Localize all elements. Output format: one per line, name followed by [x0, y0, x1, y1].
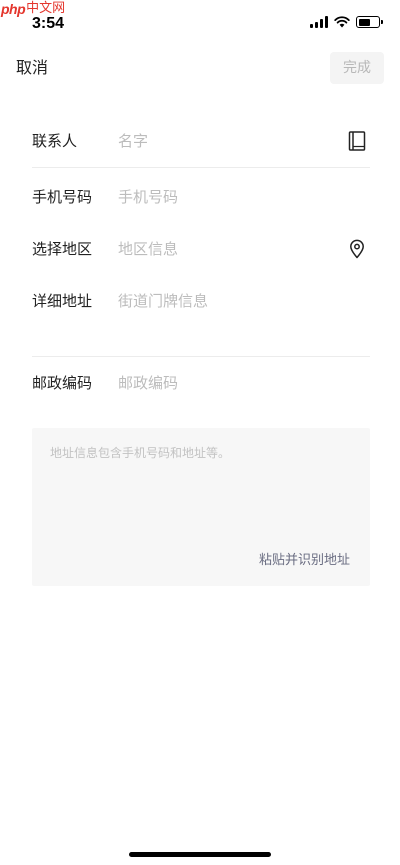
nav-bar: 取消 完成: [0, 50, 400, 86]
divider: [32, 356, 370, 357]
street-address-input[interactable]: [118, 291, 370, 311]
paste-address-box[interactable]: 地址信息包含手机号码和地址等。 粘贴并识别地址: [32, 428, 370, 586]
contact-name-input[interactable]: [118, 131, 370, 151]
wifi-icon: [334, 16, 350, 28]
address-book-icon[interactable]: [348, 131, 366, 151]
phone-input[interactable]: [118, 187, 370, 207]
postcode-input[interactable]: [118, 373, 370, 393]
location-pin-icon[interactable]: [348, 239, 366, 259]
battery-icon: [356, 16, 383, 28]
cancel-button[interactable]: 取消: [16, 57, 48, 79]
address-label: 详细地址: [32, 292, 93, 310]
phone-label: 手机号码: [32, 188, 93, 206]
home-indicator: [129, 852, 271, 857]
address-row: 详细地址: [32, 291, 370, 311]
paste-hint-text: 地址信息包含手机号码和地址等。: [50, 446, 231, 460]
paste-recognize-button[interactable]: 粘贴并识别地址: [259, 552, 350, 570]
status-icons: [310, 16, 383, 28]
postcode-label: 邮政编码: [32, 374, 93, 392]
region-row[interactable]: 选择地区: [32, 239, 370, 259]
postcode-row: 邮政编码: [32, 373, 370, 393]
divider: [32, 167, 370, 168]
address-form: 联系人 手机号码 选择地区 详细地址 邮政编码: [32, 114, 370, 393]
status-time: 3:54: [32, 15, 65, 32]
contact-label: 联系人: [32, 132, 78, 150]
signal-icon: [310, 16, 328, 28]
phone-row: 手机号码: [32, 187, 370, 207]
status-bar: 3:54: [0, 0, 400, 36]
region-input[interactable]: [118, 239, 370, 259]
contact-row: 联系人: [32, 131, 370, 151]
done-button[interactable]: 完成: [330, 52, 384, 84]
region-label: 选择地区: [32, 240, 93, 258]
